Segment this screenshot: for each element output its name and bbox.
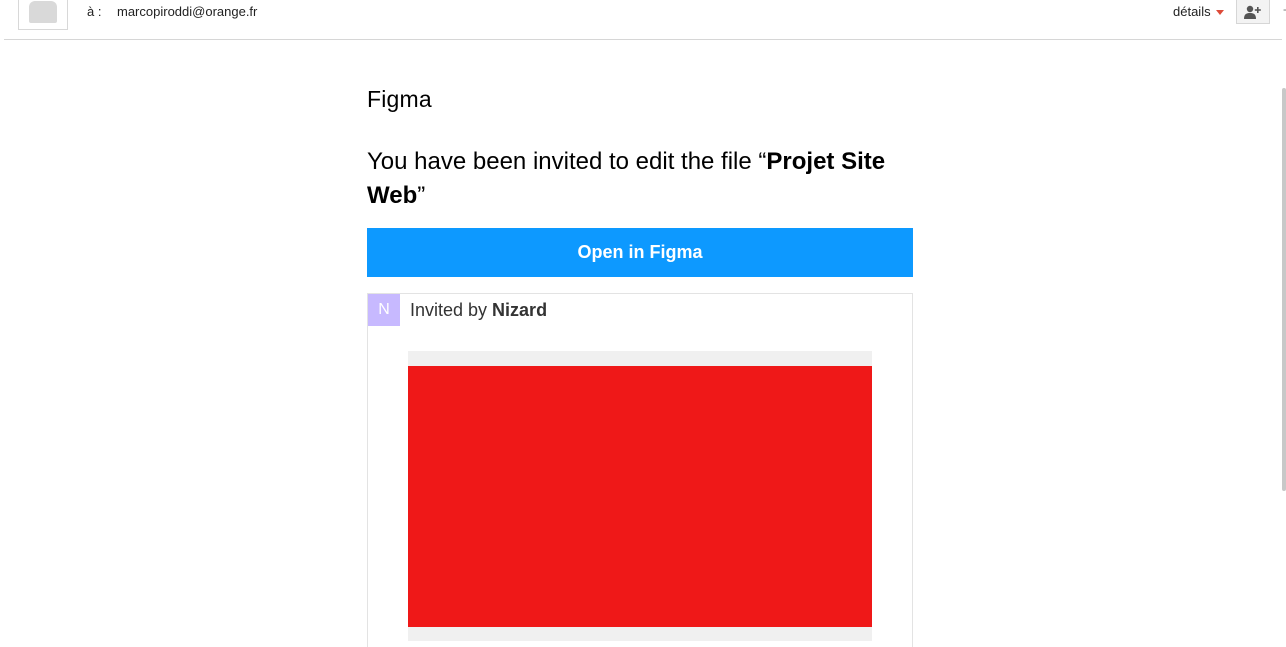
email-header: à : marcopiroddi@orange.fr détails - [4,0,1286,40]
headline-text: You have been invited to edit the file “ [367,148,767,175]
figma-logo: Figma [367,86,432,112]
file-thumbnail [408,366,872,627]
scrollbar[interactable] [1282,88,1286,491]
details-label: détails [1173,4,1211,19]
invited-by-label: Invited by [410,300,493,320]
add-contact-button[interactable] [1236,0,1270,24]
invited-by-text: Invited by Nizard [410,300,547,321]
inviter-avatar: N [368,294,400,326]
sender-avatar [18,0,68,30]
person-silhouette-icon [29,1,57,23]
caret-down-icon [1215,10,1224,15]
recipient-label: à : [87,4,102,19]
headline-close-quote: ” [417,182,426,209]
inviter-name: Nizard [492,300,548,320]
email-view: à : marcopiroddi@orange.fr détails - Fig… [0,0,1286,647]
file-thumbnail-frame[interactable] [408,351,872,641]
open-in-figma-button[interactable]: Open in Figma [367,228,913,277]
file-preview-card[interactable]: N Invited by Nizard [367,293,913,647]
recipient-address: marcopiroddi@orange.fr [117,4,258,19]
add-person-icon [1244,5,1261,19]
details-dropdown[interactable]: détails [1173,4,1224,19]
invitation-headline: You have been invited to edit the file “… [367,145,913,213]
